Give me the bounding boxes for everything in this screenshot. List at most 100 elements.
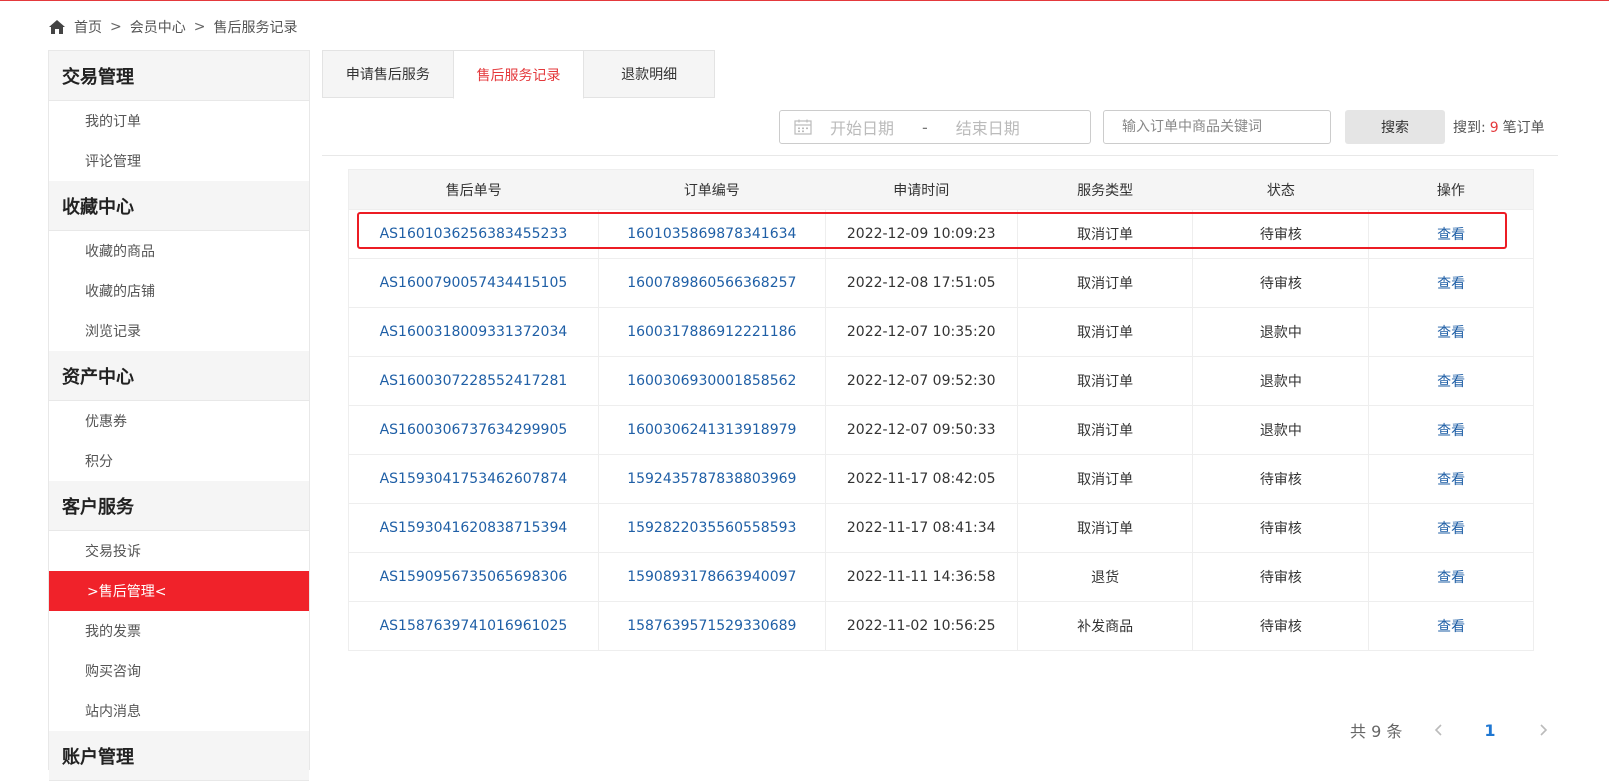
keyword-search-input[interactable] [1103,110,1331,144]
sidebar-item-messages[interactable]: 站内消息 [49,691,309,731]
tab-bar: 申请售后服务 售后服务记录 退款明细 [322,50,716,99]
sidebar-item-after-sales[interactable]: >售后管理< [49,571,309,611]
table-header-row: 售后单号 订单编号 申请时间 服务类型 状态 操作 [348,169,1534,210]
cell-after-sale-no[interactable]: AS1600318009331372034 [348,307,599,357]
cell-after-sale-no[interactable]: AS1587639741016961025 [348,601,599,651]
breadcrumb-home-link[interactable]: 首页 [74,17,102,37]
breadcrumb-separator: > [193,19,206,35]
view-link[interactable]: 查看 [1368,258,1534,308]
breadcrumb-member-link[interactable]: 会员中心 [130,17,186,37]
tab-refund-details[interactable]: 退款明细 [583,50,716,98]
search-button[interactable]: 搜索 [1345,110,1445,144]
view-link[interactable]: 查看 [1368,307,1534,357]
view-link[interactable]: 查看 [1368,356,1534,406]
breadcrumb: 首页 > 会员中心 > 售后服务记录 [48,16,297,38]
sidebar-item-coupons[interactable]: 优惠券 [49,401,309,441]
sidebar-item-fav-products[interactable]: 收藏的商品 [49,231,309,271]
start-date-input[interactable]: 开始日期 [830,115,894,139]
view-link[interactable]: 查看 [1368,405,1534,455]
top-accent-line [0,0,1609,1]
cell-after-sale-no[interactable]: AS1600790057434415105 [348,258,599,308]
cell-order-no[interactable]: 1600306241313918979 [597,405,826,455]
cell-after-sale-no[interactable]: AS1601036256383455233 [348,209,599,259]
sidebar-item-points[interactable]: 积分 [49,441,309,481]
view-link[interactable]: 查看 [1368,552,1534,602]
cell-order-no[interactable]: 1590893178663940097 [597,552,826,602]
cell-apply-time: 2022-12-07 09:50:33 [824,405,1018,455]
date-range-picker[interactable]: 开始日期 - 结束日期 [779,110,1091,144]
cell-order-no[interactable]: 1600306930001858562 [597,356,826,406]
header-action: 操作 [1368,169,1534,210]
sidebar-item-consult[interactable]: 购买咨询 [49,651,309,691]
table-row: AS1600318009331372034 1600317886912221186… [348,307,1534,357]
header-service-type: 服务类型 [1017,169,1193,210]
cell-after-sale-no[interactable]: AS1590956735065698306 [348,552,599,602]
table-row: AS1601036256383455233 1601035869878341634… [348,209,1534,259]
cell-apply-time: 2022-11-02 10:56:25 [824,601,1018,651]
sidebar-group-trade: 交易管理 [49,51,309,101]
page-number-current[interactable]: 1 [1484,721,1495,740]
cell-status: 退款中 [1192,356,1369,406]
cell-order-no[interactable]: 1592435787838803969 [597,454,826,504]
sidebar-item-complaints[interactable]: 交易投诉 [49,531,309,571]
tab-service-records[interactable]: 售后服务记录 [452,50,585,99]
sidebar-item-history[interactable]: 浏览记录 [49,311,309,351]
view-link[interactable]: 查看 [1368,209,1534,259]
cell-apply-time: 2022-11-17 08:41:34 [824,503,1018,553]
sidebar-item-invoices[interactable]: 我的发票 [49,611,309,651]
cell-order-no[interactable]: 1601035869878341634 [597,209,826,259]
cell-status: 待审核 [1192,209,1369,259]
cell-apply-time: 2022-12-09 10:09:23 [824,209,1018,259]
view-link[interactable]: 查看 [1368,454,1534,504]
next-page-icon[interactable] [1536,723,1550,737]
calendar-icon [794,119,812,135]
cell-service-type: 取消订单 [1016,209,1193,259]
result-suffix: 笔订单 [1502,120,1545,136]
cell-order-no[interactable]: 1600317886912221186 [597,307,826,357]
view-link[interactable]: 查看 [1368,503,1534,553]
after-sales-table: 售后单号 订单编号 申请时间 服务类型 状态 操作 AS160103625638… [348,169,1534,651]
header-after-sale-no: 售后单号 [348,169,599,210]
result-count-number: 9 [1489,120,1499,136]
sidebar-item-my-orders[interactable]: 我的订单 [49,101,309,141]
tab-apply-service[interactable]: 申请售后服务 [322,50,454,98]
cell-service-type: 取消订单 [1016,454,1193,504]
cell-status: 待审核 [1192,503,1369,553]
cell-service-type: 取消订单 [1016,258,1193,308]
header-apply-time: 申请时间 [825,169,1018,210]
sidebar-item-reviews[interactable]: 评论管理 [49,141,309,181]
sidebar-item-fav-shops[interactable]: 收藏的店铺 [49,271,309,311]
cell-order-no[interactable]: 1587639571529330689 [597,601,826,651]
sidebar-group-account: 账户管理 [49,731,309,781]
cell-order-no[interactable]: 1592822035560558593 [597,503,826,553]
date-separator: - [922,117,928,137]
cell-service-type: 取消订单 [1016,405,1193,455]
cell-after-sale-no[interactable]: AS1593041620838715394 [348,503,599,553]
cell-after-sale-no[interactable]: AS1593041753462607874 [348,454,599,504]
cell-order-no[interactable]: 1600789860566368257 [597,258,826,308]
cell-status: 待审核 [1192,258,1369,308]
cell-after-sale-no[interactable]: AS1600306737634299905 [348,405,599,455]
home-icon[interactable] [48,19,66,35]
table-row: AS1590956735065698306 1590893178663940097… [348,552,1534,602]
result-prefix: 搜到: [1453,120,1486,136]
view-link[interactable]: 查看 [1368,601,1534,651]
result-count: 搜到: 9 笔订单 [1453,117,1545,137]
cell-service-type: 补发商品 [1016,601,1193,651]
table-row: AS1600306737634299905 1600306241313918979… [348,405,1534,455]
cell-apply-time: 2022-12-07 10:35:20 [824,307,1018,357]
cell-apply-time: 2022-11-11 14:36:58 [824,552,1018,602]
divider [322,155,1558,156]
table-row: AS1587639741016961025 1587639571529330689… [348,601,1534,651]
end-date-input[interactable]: 结束日期 [956,115,1020,139]
cell-apply-time: 2022-12-07 09:52:30 [824,356,1018,406]
table-row: AS1593041620838715394 1592822035560558593… [348,503,1534,553]
cell-service-type: 取消订单 [1016,503,1193,553]
cell-status: 待审核 [1192,601,1369,651]
breadcrumb-current: 售后服务记录 [213,20,298,36]
cell-after-sale-no[interactable]: AS1600307228552417281 [348,356,599,406]
cell-status: 待审核 [1192,552,1369,602]
prev-page-icon[interactable] [1432,723,1446,737]
cell-service-type: 取消订单 [1016,307,1193,357]
cell-status: 退款中 [1192,307,1369,357]
